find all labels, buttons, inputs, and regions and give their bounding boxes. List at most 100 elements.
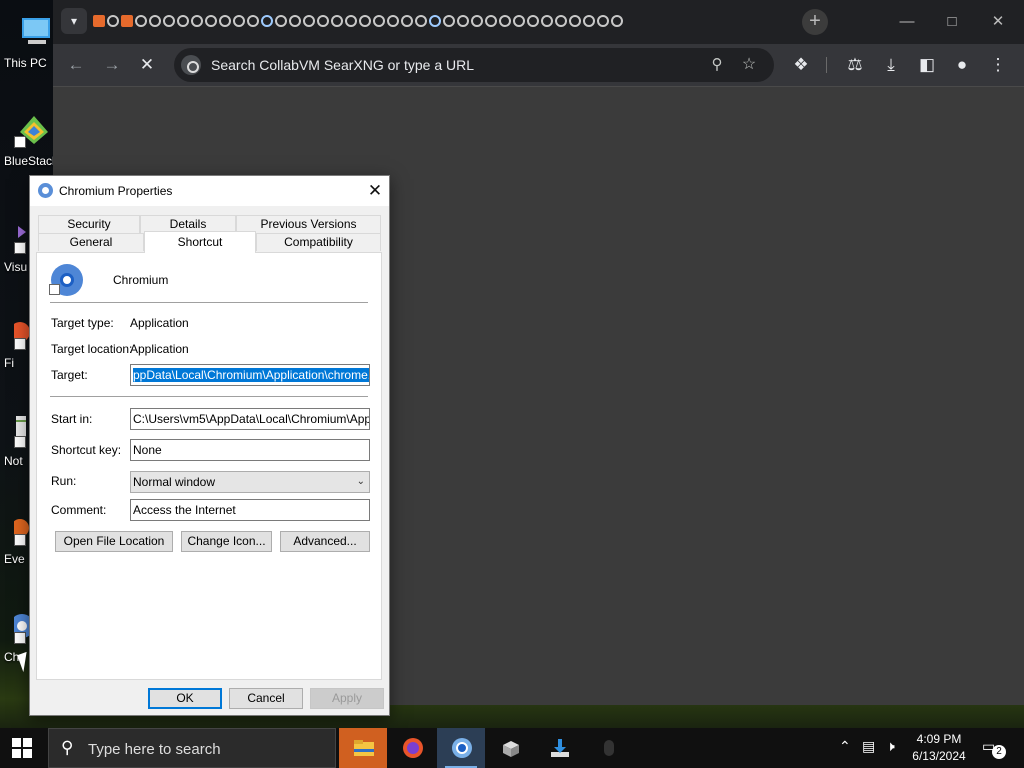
taskbar-installer[interactable] [535, 728, 583, 768]
notification-center-button[interactable]: ▭ 2 [982, 738, 1006, 759]
browser-tab[interactable] [513, 15, 525, 27]
browser-tab[interactable] [373, 15, 385, 27]
browser-tab[interactable] [191, 15, 203, 27]
minimize-icon: — [899, 13, 915, 30]
target-location-label: Target location: [51, 342, 133, 356]
downloads-button[interactable]: ⤓ [879, 53, 903, 77]
comment-field[interactable]: Access the Internet [130, 499, 370, 521]
browser-tab[interactable] [303, 15, 315, 27]
tab-general[interactable]: General [38, 233, 144, 251]
browser-tab[interactable] [247, 15, 259, 27]
menu-button[interactable]: ⋮ [986, 53, 1010, 77]
run-select[interactable]: Normal window ⌄ [130, 471, 370, 493]
taskbar-mouse-app[interactable] [584, 728, 632, 768]
browser-tab[interactable] [317, 15, 329, 27]
tab-previous-versions[interactable]: Previous Versions [236, 215, 381, 233]
back-button[interactable]: ← [64, 53, 88, 77]
advanced-button[interactable]: Advanced... [280, 531, 370, 552]
browser-tab[interactable] [233, 15, 245, 27]
extensions-button[interactable]: ❖ [789, 53, 813, 77]
browser-tab[interactable] [93, 15, 105, 27]
browser-tab[interactable] [471, 15, 483, 27]
target-type-value: Application [130, 316, 189, 330]
browser-tab[interactable] [275, 15, 287, 27]
clock[interactable]: 4:09 PM 6/13/2024 [905, 731, 973, 765]
browser-tab[interactable] [555, 15, 567, 27]
close-window-button[interactable]: ✕ [986, 10, 1010, 34]
browser-tab[interactable] [541, 15, 553, 27]
browser-tab[interactable] [457, 15, 469, 27]
browser-tab[interactable] [387, 15, 399, 27]
volume-muted-icon[interactable]: 🕨 [886, 738, 895, 755]
browser-tab[interactable] [121, 15, 133, 27]
apply-button[interactable]: Apply [310, 688, 384, 709]
browser-tab[interactable] [205, 15, 217, 27]
divider [50, 396, 368, 397]
browser-tab[interactable] [163, 15, 175, 27]
browser-tab[interactable] [345, 15, 357, 27]
tab-shortcut[interactable]: Shortcut [144, 231, 256, 253]
zoom-icon[interactable]: ⚲ [706, 54, 728, 76]
taskbar-package-app[interactable] [486, 728, 534, 768]
taskbar-file-explorer[interactable] [339, 728, 387, 768]
target-field-value: ppData\Local\Chromium\Application\chrome… [133, 368, 369, 382]
dialog-close-button[interactable]: ✕ [363, 179, 387, 203]
browser-tab[interactable] [485, 15, 497, 27]
start-in-field[interactable]: C:\Users\vm5\AppData\Local\Chromium\Appl… [130, 408, 370, 430]
browser-tab[interactable] [289, 15, 301, 27]
forward-button[interactable]: → [100, 53, 124, 77]
browser-tab[interactable] [359, 15, 371, 27]
browser-tab[interactable] [583, 15, 595, 27]
bookmark-star-icon[interactable]: ☆ [738, 54, 760, 76]
target-field[interactable]: ppData\Local\Chromium\Application\chrome… [130, 364, 370, 386]
arrow-left-icon: ← [67, 55, 85, 74]
cancel-button[interactable]: Cancel [229, 688, 303, 709]
browser-tab[interactable] [135, 15, 147, 27]
taskbar-chromium[interactable] [437, 728, 485, 768]
search-engine-icon[interactable] [181, 55, 201, 75]
browser-tab[interactable] [149, 15, 161, 27]
network-icon[interactable]: ▤ [862, 738, 875, 755]
taskbar-search-box[interactable]: ⚲ Type here to search [48, 728, 336, 768]
browser-tab[interactable] [219, 15, 231, 27]
browser-tab[interactable] [401, 15, 413, 27]
browser-tab[interactable] [597, 15, 609, 27]
side-panel-icon: ◧ [918, 55, 936, 74]
shortcut-arrow-icon [14, 632, 26, 644]
browser-tab[interactable] [569, 15, 581, 27]
new-tab-button[interactable]: + [802, 9, 828, 35]
browser-tab[interactable] [107, 15, 119, 27]
side-panel-button[interactable]: ◧ [915, 53, 939, 77]
open-file-location-button[interactable]: Open File Location [55, 531, 173, 552]
browser-tab[interactable] [611, 15, 623, 27]
clock-date: 6/13/2024 [912, 749, 966, 763]
browser-tab[interactable] [429, 15, 441, 27]
minimize-button[interactable]: — [895, 10, 919, 34]
chevron-down-icon: ▾ [70, 14, 78, 28]
dialog-title-bar: Chromium Properties ✕ [30, 176, 389, 206]
desktop-icon-bluestacks[interactable]: BlueStacks [0, 104, 64, 176]
ok-button[interactable]: OK [148, 688, 222, 709]
start-button[interactable] [12, 738, 32, 758]
browser-tab[interactable] [415, 15, 427, 27]
tab-search-button[interactable]: ▾ [61, 8, 87, 34]
taskbar-firefox[interactable] [388, 728, 436, 768]
tab-compatibility[interactable]: Compatibility [256, 233, 381, 251]
browser-tab[interactable] [527, 15, 539, 27]
browser-tab[interactable] [443, 15, 455, 27]
stop-loading-button[interactable]: ✕ [135, 53, 159, 77]
browser-tab[interactable] [261, 15, 273, 27]
tab-favicons [93, 12, 623, 32]
browser-tab[interactable] [177, 15, 189, 27]
browser-tab[interactable] [331, 15, 343, 27]
tab-security[interactable]: Security [38, 215, 140, 233]
address-bar[interactable]: Search CollabVM SearXNG or type a URL ⚲ … [174, 48, 774, 82]
maximize-button[interactable]: □ [940, 10, 964, 34]
desktop-icon-this-pc[interactable]: This PC [0, 6, 60, 78]
change-icon-button[interactable]: Change Icon... [181, 531, 272, 552]
labs-button[interactable]: ⚖ [843, 53, 867, 77]
profile-button[interactable]: ● [950, 53, 974, 77]
browser-tab[interactable] [499, 15, 511, 27]
shortcut-key-field[interactable]: None [130, 439, 370, 461]
show-hidden-icons-button[interactable]: ⌃ [839, 738, 851, 755]
